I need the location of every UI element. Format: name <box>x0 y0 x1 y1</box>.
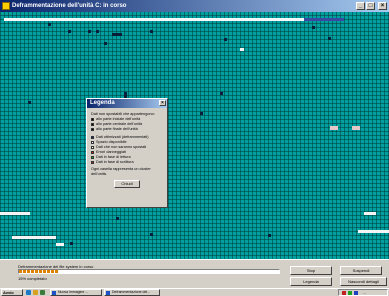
free-space-mark <box>0 212 30 215</box>
cluster-mark <box>70 242 73 245</box>
maximize-button[interactable]: □ <box>366 2 375 10</box>
folder-icon[interactable] <box>33 290 38 295</box>
free-space-mark <box>56 243 64 246</box>
legend-title-bar[interactable]: Legenda × <box>87 99 167 108</box>
optimized-strip <box>4 18 324 21</box>
legend-swatch <box>91 136 94 139</box>
taskbar-button-label: Deframmentazione del... <box>112 290 151 294</box>
progress-fill <box>19 270 58 273</box>
hide-details-button[interactable]: Nascondi dettagli <box>340 277 387 286</box>
cluster-mark <box>116 217 119 220</box>
cluster-mark <box>330 126 338 130</box>
cluster-mark <box>220 92 223 95</box>
tray-icon[interactable] <box>354 291 358 295</box>
free-space-mark <box>358 230 389 233</box>
legend-body: Dati non spostabili che appartengono: al… <box>87 108 167 191</box>
progress-bar <box>18 269 280 274</box>
taskbar-button-label: Nuova immagine ... <box>58 290 89 294</box>
start-button[interactable]: Avvio <box>1 289 23 296</box>
legend-swatch <box>91 151 94 154</box>
browser-icon[interactable] <box>26 290 31 295</box>
legend-swatch <box>91 123 94 126</box>
cluster-mark <box>312 26 315 29</box>
legend-swatch <box>91 141 94 144</box>
legend-title: Legenda <box>90 100 115 106</box>
taskbar: Avvio Nuova immagine ... Deframmentazion… <box>0 288 389 296</box>
cluster-mark <box>28 101 31 104</box>
legend-swatch <box>91 146 94 149</box>
cluster-mark <box>328 37 331 40</box>
legend-swatch <box>91 161 94 164</box>
defrag-app-icon <box>2 2 10 10</box>
cluster-mark <box>68 30 71 33</box>
free-space-mark <box>240 48 244 51</box>
legend-swatch <box>91 118 94 121</box>
free-space-mark <box>364 212 376 215</box>
cluster-mark <box>112 33 122 36</box>
cluster-mark <box>150 233 153 236</box>
title-buttons: _ □ × <box>356 2 387 10</box>
tray-icon[interactable] <box>348 291 352 295</box>
minimize-button[interactable]: _ <box>356 2 365 10</box>
cluster-mark <box>224 38 227 41</box>
taskbar-button-image[interactable]: Nuova immagine ... <box>50 289 102 296</box>
legend-close-icon[interactable]: × <box>159 100 166 106</box>
percent-complete: 15% completato <box>18 276 47 281</box>
paint-icon <box>52 291 56 295</box>
optimized-strip-blue <box>304 18 344 21</box>
cluster-map <box>0 12 389 259</box>
clock[interactable]: ... <box>363 290 366 296</box>
legend-item-label: allo parte finale dell'unità <box>96 127 138 131</box>
legend-close-button[interactable]: Chiudi <box>114 180 140 188</box>
legend-item-label: Dati in fase di scrittura <box>96 160 134 164</box>
cluster-mark <box>104 42 107 45</box>
free-space-mark <box>12 236 56 239</box>
tray-icon[interactable] <box>342 291 346 295</box>
defrag-window: Deframmentazione dell'unità C: in corso … <box>0 0 389 289</box>
pause-button[interactable]: Sospendi <box>340 266 382 275</box>
cluster-mark <box>268 234 271 237</box>
status-panel: Deframmentazione dei file system in cors… <box>0 259 389 289</box>
taskbar-button-defrag[interactable]: Deframmentazione del... <box>104 289 160 296</box>
legend-swatch <box>91 128 94 131</box>
cluster-mark <box>88 30 91 33</box>
cluster-mark <box>352 126 360 130</box>
legend-button[interactable]: Legenda <box>290 277 332 286</box>
window-title: Deframmentazione dell'unità C: in corso <box>12 3 127 9</box>
legend-dialog: Legenda × Dati non spostabili che appart… <box>86 98 168 208</box>
defrag-icon <box>106 291 110 295</box>
cluster-mark <box>96 30 99 33</box>
legend-footer: Ogni casella rappresenta un cluster dell… <box>91 167 151 176</box>
desktop-icon[interactable] <box>40 290 45 295</box>
cluster-mark <box>150 30 153 33</box>
close-button[interactable]: × <box>378 2 387 10</box>
legend-swatch <box>91 156 94 159</box>
system-tray: ... <box>338 289 388 296</box>
cluster-mark <box>48 23 51 26</box>
legend-item: Dati in fase di scrittura <box>91 160 163 165</box>
stop-button[interactable]: Stop <box>290 266 332 275</box>
title-bar[interactable]: Deframmentazione dell'unità C: in corso … <box>0 0 389 12</box>
cluster-mark <box>200 112 203 115</box>
